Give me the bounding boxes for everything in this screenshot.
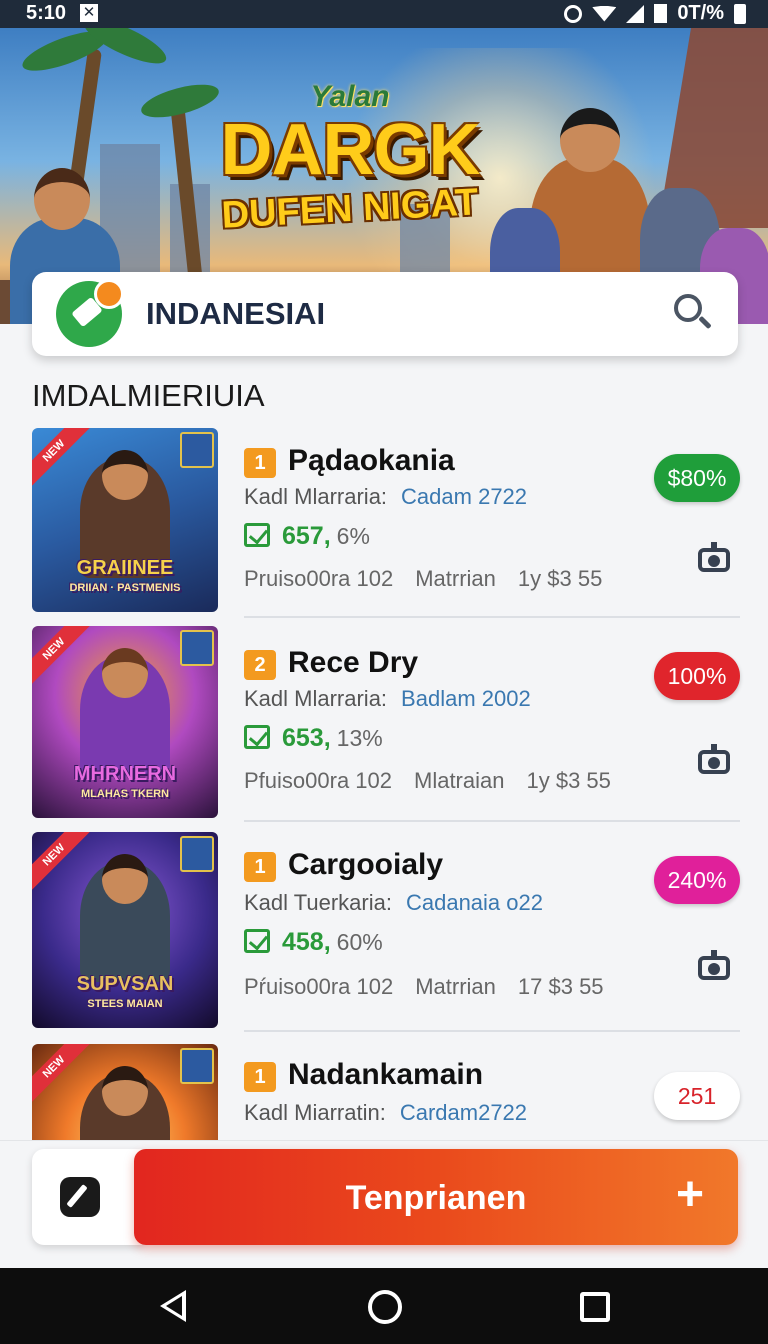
list-item[interactable]: NEW GRAIINEE DRIIAN · PASTMENIS 1 Pądaoka… (0, 426, 768, 618)
edit-pen-icon (60, 1177, 100, 1217)
badge-icon (180, 1048, 214, 1084)
rank-badge: 1 (244, 852, 276, 882)
game-score: 657, 6% (244, 522, 370, 551)
primary-action-button[interactable]: Tenprianen + (134, 1149, 738, 1245)
battery-text: 0T/% (677, 2, 724, 24)
game-score: 653, 13% (244, 724, 383, 753)
device-settings-icon[interactable] (698, 744, 730, 778)
game-info: Pruiso00ra 102 Matrrian 1y $3 55 (244, 566, 603, 591)
primary-action-label: Tenprianen (345, 1179, 527, 1217)
percent-pill[interactable]: 240% (654, 856, 740, 904)
game-name[interactable]: Rece Dry (288, 646, 418, 680)
game-name[interactable]: Cargooialy (288, 848, 443, 882)
home-icon[interactable] (368, 1290, 402, 1324)
percent-pill[interactable]: 251 (654, 1072, 740, 1120)
rank-badge: 1 (244, 1062, 276, 1092)
game-score: 458, 60% (244, 928, 383, 957)
check-icon (244, 929, 270, 953)
edit-button[interactable] (32, 1149, 142, 1245)
badge-icon (180, 836, 214, 872)
recents-icon[interactable] (580, 1292, 610, 1322)
device-settings-icon[interactable] (698, 950, 730, 984)
logo-main-text: DARGK (220, 110, 481, 190)
list-item[interactable]: NEW SUPVSAN STEES MAIAN 1 Cargooialy Kadl… (0, 830, 768, 1032)
game-meta: Kadl Mlarraria: Badlam 2002 (244, 686, 531, 711)
x-box-icon: ✕ (80, 4, 98, 22)
percent-pill[interactable]: 100% (654, 652, 740, 700)
game-thumbnail[interactable]: NEW GRAIINEE DRIIAN · PASTMENIS (32, 428, 218, 612)
divider (244, 820, 740, 822)
divider (244, 1030, 740, 1032)
percent-pill[interactable]: $80% (654, 454, 740, 502)
game-thumbnail[interactable]: NEW SUPVSAN STEES MAIAN (32, 832, 218, 1028)
search-title: INDANESIAI (146, 296, 326, 331)
rank-badge: 2 (244, 650, 276, 680)
action-bar: Tenprianen + (0, 1140, 768, 1268)
battery-icon (734, 3, 746, 24)
divider (244, 616, 740, 618)
list-item[interactable]: NEW 1 Nadankamain Kadl Miarratin: Cardam2… (0, 1042, 768, 1142)
plus-icon: + (675, 1168, 704, 1221)
badge-icon (180, 432, 214, 468)
game-thumbnail[interactable]: NEW MHRNERN MLAHAS TKERN (32, 626, 218, 818)
game-meta: Kadl Mlarraria: Cadam 2722 (244, 484, 528, 509)
game-meta: Kadl Tuerkaria: Cadanaia o22 (244, 890, 543, 915)
game-meta: Kadl Miarratin: Cardam2722 (244, 1100, 528, 1125)
section-title: IMDALMIERIUIA (32, 378, 265, 413)
wifi-icon (592, 5, 617, 22)
check-icon (244, 725, 270, 749)
system-icons: 0T/% (564, 2, 746, 25)
game-name[interactable]: Nadankamain (288, 1058, 483, 1092)
logo-top-text: Yalan (310, 80, 390, 113)
device-settings-icon[interactable] (698, 542, 730, 576)
status-bar: 5:10 ✕ 0T/% (0, 0, 768, 28)
game-name[interactable]: Pądaokania (288, 444, 455, 478)
list-item[interactable]: NEW MHRNERN MLAHAS TKERN 2 Rece Dry Kadl … (0, 626, 768, 822)
game-info: Pŕuiso00ra 102 Matrrian 17 $3 55 (244, 974, 604, 999)
check-icon (244, 523, 270, 547)
search-icon[interactable] (674, 294, 712, 334)
back-icon[interactable] (160, 1290, 186, 1322)
signal-icon (626, 4, 645, 23)
search-bar[interactable]: INDANESIAI (32, 272, 738, 356)
navigation-bar (0, 1268, 768, 1344)
game-info: Pfuiso00ra 102 Mlatraian 1y $3 55 (244, 768, 611, 793)
chat-pen-logo-icon (56, 279, 124, 347)
status-time: 5:10 (26, 2, 67, 24)
badge-icon (180, 630, 214, 666)
game-thumbnail[interactable]: NEW (32, 1044, 218, 1142)
rank-badge: 1 (244, 448, 276, 478)
game-logo: Yalan DARGK DUFEN NIGAT (200, 80, 500, 237)
alarm-icon (564, 4, 583, 23)
sim-icon (654, 4, 668, 23)
